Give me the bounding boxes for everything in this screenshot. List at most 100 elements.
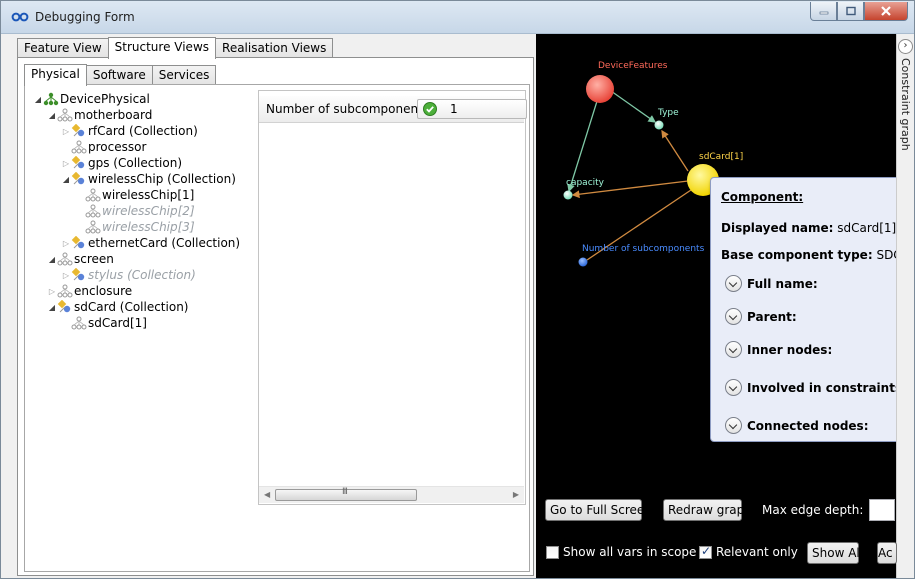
tree-item[interactable]: wirelessChip[2] [75,203,195,219]
show-all-button[interactable]: Show All [807,542,863,564]
max-edge-depth-label: Max edge depth: [762,503,864,517]
tab-realisation-views[interactable]: Realisation Views [215,38,334,58]
outer-tabstrip: Feature View Structure Views Realisation… [17,37,334,59]
node-number-of-subcomponents[interactable] [578,257,588,267]
tree-item[interactable]: processor [61,139,146,155]
edge-sdcard-type [661,129,689,172]
structure-icon [71,316,87,330]
tree-item[interactable]: ▷ stylus (Collection) [61,267,196,283]
tree-item-label: sdCard[1] [88,316,147,330]
displayed-name-label: Displayed name: [721,221,834,235]
tree-item[interactable]: ▷ enclosure [47,283,132,299]
popup-title: Component: [721,190,804,204]
window-controls [810,2,908,22]
node-label-sdcard: sdCard[1] [699,152,744,162]
expand-side-panel-icon[interactable]: › [898,39,913,54]
close-button[interactable] [864,2,908,21]
section-label: Parent: [747,309,797,324]
node-devicefeatures[interactable] [586,75,614,103]
expand-chevron-icon[interactable] [725,275,742,292]
tree-item[interactable]: ◢ screen [47,251,114,267]
relevant-only-checkbox[interactable] [699,544,712,559]
title-bar[interactable]: Debugging Form [1,1,914,34]
structure-icon [57,252,73,266]
tree-item-label: wirelessChip[3] [102,220,195,234]
section-label: Connected nodes: [747,418,869,433]
expanded-arrow-icon[interactable]: ◢ [47,303,57,312]
collapsed-arrow-icon[interactable]: ▷ [61,159,71,168]
tree-item-label: stylus (Collection) [88,268,196,282]
expand-chevron-icon[interactable] [725,341,742,358]
collection-icon [57,300,71,313]
tree-item[interactable]: ◢ sdCard (Collection) [47,299,188,315]
collapsed-arrow-icon[interactable]: ▷ [47,287,57,296]
show-all-vars-checkbox[interactable] [546,546,559,559]
scroll-thumb[interactable]: III [275,487,417,501]
structure-icon [85,188,101,202]
section-inner-nodes[interactable]: Inner nodes: [725,341,832,358]
tree-item-label: ethernetCard (Collection) [88,236,241,250]
expand-chevron-icon[interactable] [725,379,742,396]
section-parent[interactable]: Parent: [725,308,797,325]
property-value-field[interactable]: 1 [417,99,527,119]
minimize-icon [819,11,828,15]
tab-software[interactable]: Software [85,65,153,85]
tree-item-label: wirelessChip[1] [102,188,195,202]
show-all-vars-label: Show all vars in scope [563,545,697,559]
horizontal-scrollbar[interactable]: ◀ III ▶ [259,486,524,503]
expanded-arrow-icon[interactable]: ◢ [47,111,57,120]
tree-item[interactable]: wirelessChip[3] [75,219,195,235]
expanded-arrow-icon[interactable]: ◢ [33,95,43,104]
tree-item[interactable]: ▷ rfCard (Collection) [61,123,198,139]
tree-item[interactable]: ◢ DevicePhysical [33,91,150,107]
debugging-form-window: Debugging Form Feature View Structure Vi… [0,0,915,579]
tree-item[interactable]: ◢ motherboard [47,107,152,123]
tree-item[interactable]: ◢ wirelessChip (Collection) [61,171,236,187]
side-panel-label[interactable]: Constraint graph [899,58,912,151]
collapsed-arrow-icon[interactable]: ▷ [61,271,71,280]
section-connected-nodes[interactable]: Connected nodes: [725,417,869,434]
collection-icon [71,172,85,185]
node-type[interactable] [654,120,664,130]
tree-item[interactable]: sdCard[1] [61,315,147,331]
tree-item-label: wirelessChip[2] [102,204,195,218]
scroll-left-icon[interactable]: ◀ [264,490,270,499]
section-full-name[interactable]: Full name: [725,275,818,292]
expanded-arrow-icon[interactable]: ◢ [47,255,57,264]
tab-physical[interactable]: Physical [24,64,87,86]
section-involved-in-constraints[interactable]: Involved in constraints: [725,379,907,396]
scroll-right-icon[interactable]: ▶ [513,490,519,499]
scroll-grip: III [342,487,348,497]
maximize-button[interactable] [837,2,864,21]
app-glasses-icon [11,12,29,22]
expanded-arrow-icon[interactable]: ◢ [61,175,71,184]
tree-item[interactable]: ▷ ethernetCard (Collection) [61,235,240,251]
truncated-action-button[interactable]: Ac [877,542,897,564]
expand-chevron-icon[interactable] [725,417,742,434]
base-type-label: Base component type: [721,248,873,262]
property-row: Number of subcomponents 1 [259,96,527,123]
tree-item-label: screen [74,252,114,266]
structure-icon [43,92,59,106]
structure-icon [57,108,73,122]
tree-item[interactable]: ▷ gps (Collection) [61,155,182,171]
tree-item[interactable]: wirelessChip[1] [75,187,194,203]
node-label-type: Type [658,108,679,118]
go-to-full-screen-button[interactable]: Go to Full Screen [545,499,652,521]
collapsed-arrow-icon[interactable]: ▷ [61,127,71,136]
max-edge-depth-input[interactable] [869,499,895,521]
tab-structure-views[interactable]: Structure Views [107,37,217,59]
minimize-button[interactable] [810,2,837,21]
section-label: Involved in constraints: [747,380,907,395]
displayed-name-value: sdCard[1] [837,221,897,235]
check-icon [423,102,437,116]
expand-chevron-icon[interactable] [725,308,742,325]
node-label-devicefeatures: DeviceFeatures [598,61,668,71]
tree-item-label: enclosure [74,284,133,298]
node-capacity[interactable] [563,190,573,200]
tab-feature-view[interactable]: Feature View [17,38,109,58]
section-label: Inner nodes: [747,342,833,357]
collapsed-arrow-icon[interactable]: ▷ [61,239,71,248]
tab-services[interactable]: Services [151,65,217,85]
redraw-graph-button[interactable]: Redraw graph [663,499,752,521]
